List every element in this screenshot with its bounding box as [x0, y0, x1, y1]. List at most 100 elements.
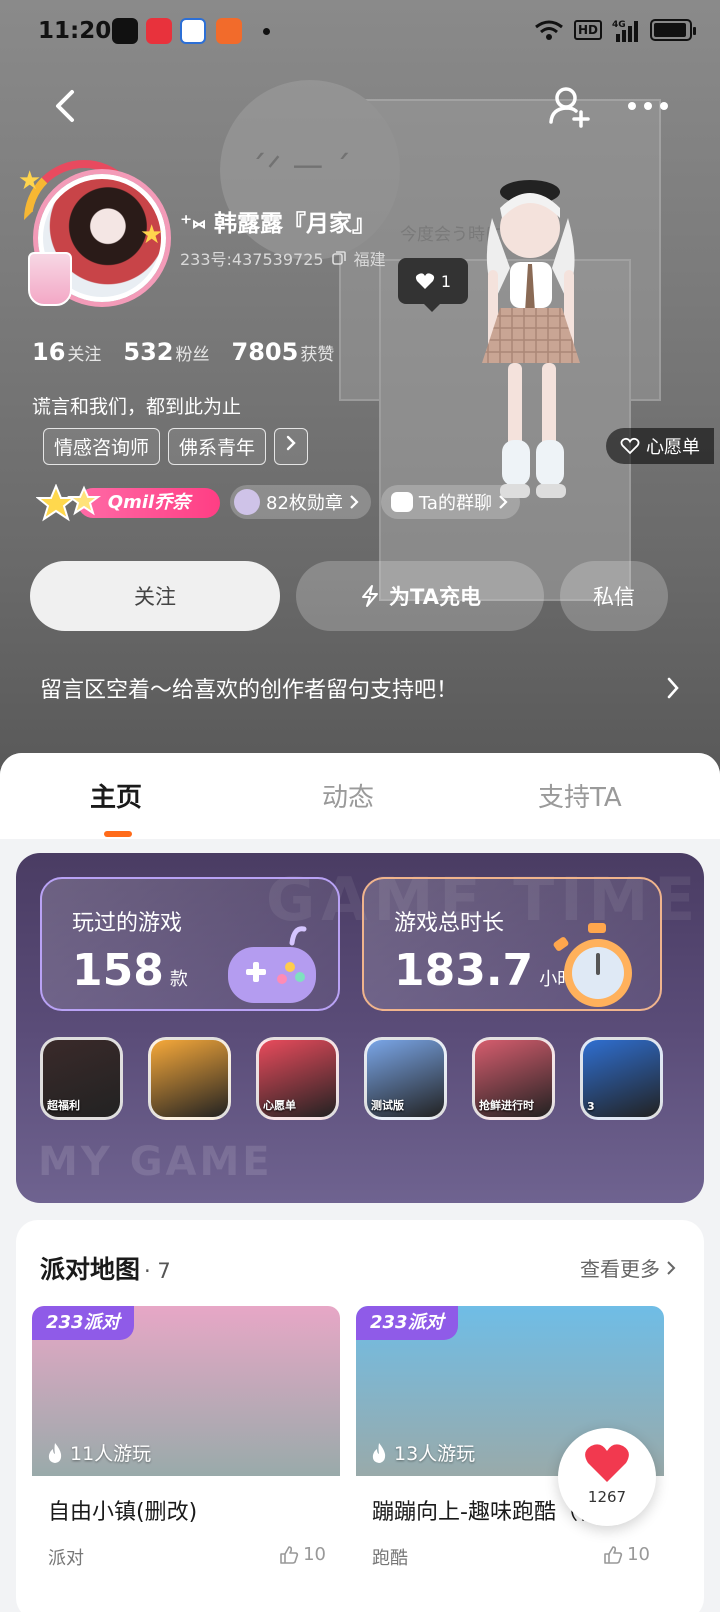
anime-heroine-game-icon[interactable]	[148, 1037, 231, 1120]
play-time-card[interactable]: 游戏总时长 183.7 小时	[362, 877, 662, 1011]
profile-header: ˊᐟ ㅡ ˊ 今度会う時に花を 11:20 HD 4G ★ ★ ⁺⑅ 韩露露『月…	[0, 0, 720, 800]
star-icon: ★	[18, 166, 42, 196]
svg-text:ˊᐟ ㅡ ˊ: ˊᐟ ㅡ ˊ	[250, 149, 351, 189]
location: 福建	[353, 250, 386, 269]
sakura-school-girl-game-icon[interactable]: 超福利	[40, 1037, 123, 1120]
douyin-icon	[112, 18, 138, 44]
fire-icon	[372, 1442, 386, 1463]
medal-avatar-icon	[234, 489, 260, 515]
copy-icon[interactable]	[331, 251, 346, 265]
game-icon-label: 抢鲜进行时	[479, 1099, 534, 1112]
heart-icon	[415, 273, 435, 289]
clock: 11:20	[38, 18, 112, 44]
thumbs-up-icon	[280, 1545, 299, 1564]
stat-following[interactable]: 16 关注	[32, 338, 101, 366]
add-friend-icon[interactable]	[548, 84, 592, 128]
players-count: 11人游玩	[46, 1439, 151, 1466]
follow-button[interactable]: 关注	[30, 561, 280, 631]
more-icon[interactable]	[626, 96, 670, 116]
played-count: 158 款	[72, 945, 188, 996]
bubble-tea-sticker	[28, 252, 72, 306]
view-more-button[interactable]: 查看更多	[580, 1253, 676, 1282]
game-stats-card: GAME TIME MY GAME 玩过的游戏 158款 游戏总时长 183.7…	[16, 853, 704, 1203]
charge-button[interactable]: 为TA充电	[296, 561, 544, 631]
xiaohongshu-icon	[146, 18, 172, 44]
profile-stats: 16 关注 532 粉丝 7805 获赞	[32, 338, 334, 366]
comment-banner[interactable]: 留言区空着～给喜欢的创作者留句支持吧！	[40, 672, 680, 704]
wishlist-label: 心愿单	[646, 437, 700, 458]
wishlist-button[interactable]: 心愿单	[606, 428, 714, 464]
chevron-right-icon	[286, 435, 296, 451]
tag-list: 情感咨询师 佛系青年	[43, 428, 309, 465]
nickname: ⁺⑅ 韩露露『月家』	[180, 204, 375, 238]
nickname-prefix: ⁺⑅	[180, 211, 206, 237]
stopwatch-icon	[553, 923, 632, 1007]
floating-like-button[interactable]: 1267	[558, 1428, 656, 1526]
nickname-text: 韩露露『月家』	[213, 211, 375, 237]
active-tab-indicator	[104, 831, 132, 837]
party-badge: 233派对	[32, 1306, 134, 1340]
map-likes[interactable]: 10	[603, 1544, 650, 1565]
comment-banner-text: 留言区空着～给喜欢的创作者留句支持吧！	[40, 678, 459, 703]
tags-more-button[interactable]	[274, 428, 309, 465]
map-thumbnail: 233派对 11人游玩	[32, 1306, 340, 1476]
sakura-school-game-icon[interactable]: 测试版	[364, 1037, 447, 1120]
chevron-right-icon	[667, 1260, 676, 1275]
floating-like-count: 1267	[587, 1488, 627, 1506]
medals-label: 82枚勋章	[266, 493, 343, 514]
tab-feed[interactable]: 动态	[322, 777, 374, 814]
map-category: 派对	[48, 1548, 84, 1569]
battery-icon	[650, 19, 696, 41]
signal-icon: 4G	[612, 20, 638, 42]
tab-support[interactable]: 支持TA	[538, 777, 622, 814]
map-category: 跑酷	[372, 1548, 408, 1569]
heart-outline-icon	[620, 437, 640, 455]
played-title: 玩过的游戏	[72, 911, 183, 936]
party-title: 派对地图 · 7	[40, 1255, 171, 1284]
duration-title: 游戏总时长	[394, 911, 505, 936]
message-button[interactable]: 私信	[560, 561, 668, 631]
character-like-bubble[interactable]: 1	[398, 258, 468, 312]
squid-doll-game-icon[interactable]: 3	[580, 1037, 663, 1120]
back-icon[interactable]	[48, 86, 84, 126]
tag-item[interactable]: 佛系青年	[168, 428, 267, 465]
charge-label: 为TA充电	[389, 585, 481, 609]
wifi-icon	[535, 20, 563, 40]
wishlist-game-icon[interactable]: 心愿单	[256, 1037, 339, 1120]
tab-home[interactable]: 主页	[90, 777, 142, 814]
game-icon-label: 3	[587, 1100, 595, 1113]
stat-fans[interactable]: 532 粉丝	[123, 338, 209, 366]
badge-row: Qmil乔奈 82枚勋章 Ta的群聊	[36, 484, 520, 522]
game-icon-label: 测试版	[371, 1099, 404, 1112]
status-icons: HD 4G	[534, 18, 696, 42]
hd-icon: HD	[573, 20, 602, 40]
school-girls-game-icon[interactable]: 抢鲜进行时	[472, 1037, 555, 1120]
heart-icon	[585, 1444, 629, 1482]
stat-likes[interactable]: 7805 获赞	[232, 338, 335, 366]
notification-dot	[263, 28, 270, 35]
party-maps-section: 派对地图 · 7 查看更多 233派对 11人游玩 自由小镇(删改) 派对 10 233派对…	[16, 1220, 704, 1612]
tag-item[interactable]: 情感咨询师	[43, 428, 161, 465]
vip-badge[interactable]: Qmil乔奈	[36, 484, 220, 522]
fire-icon	[48, 1442, 62, 1463]
avatar-character[interactable]	[470, 178, 620, 528]
status-bar: 11:20 HD 4G	[0, 0, 720, 64]
svg-text:4G: 4G	[612, 20, 626, 30]
played-games-card[interactable]: 玩过的游戏 158 款	[40, 877, 340, 1011]
bio: 谎言和我们，都到此为止	[32, 396, 242, 418]
avatar[interactable]: ★ ★	[18, 160, 174, 310]
music-icon	[180, 18, 206, 44]
tab-bar: 主页 动态 支持TA	[0, 753, 720, 839]
map-likes[interactable]: 10	[279, 1544, 326, 1565]
like-count: 1	[440, 271, 452, 291]
party-map-card[interactable]: 233派对 11人游玩 自由小镇(删改) 派对 10	[32, 1306, 340, 1612]
recent-games-list: 超福利 心愿单 测试版 抢鲜进行时 3	[40, 1037, 663, 1120]
game-icon-label: 超福利	[47, 1099, 80, 1112]
user-id: 233号:437539725	[180, 250, 324, 269]
watermark-my-game: MY GAME	[38, 1139, 273, 1185]
chevron-right-icon	[667, 677, 679, 699]
medals-chip[interactable]: 82枚勋章	[230, 485, 371, 519]
lightning-icon	[362, 585, 379, 607]
gamepad-icon	[228, 926, 316, 1003]
thumbs-up-icon	[604, 1545, 623, 1564]
